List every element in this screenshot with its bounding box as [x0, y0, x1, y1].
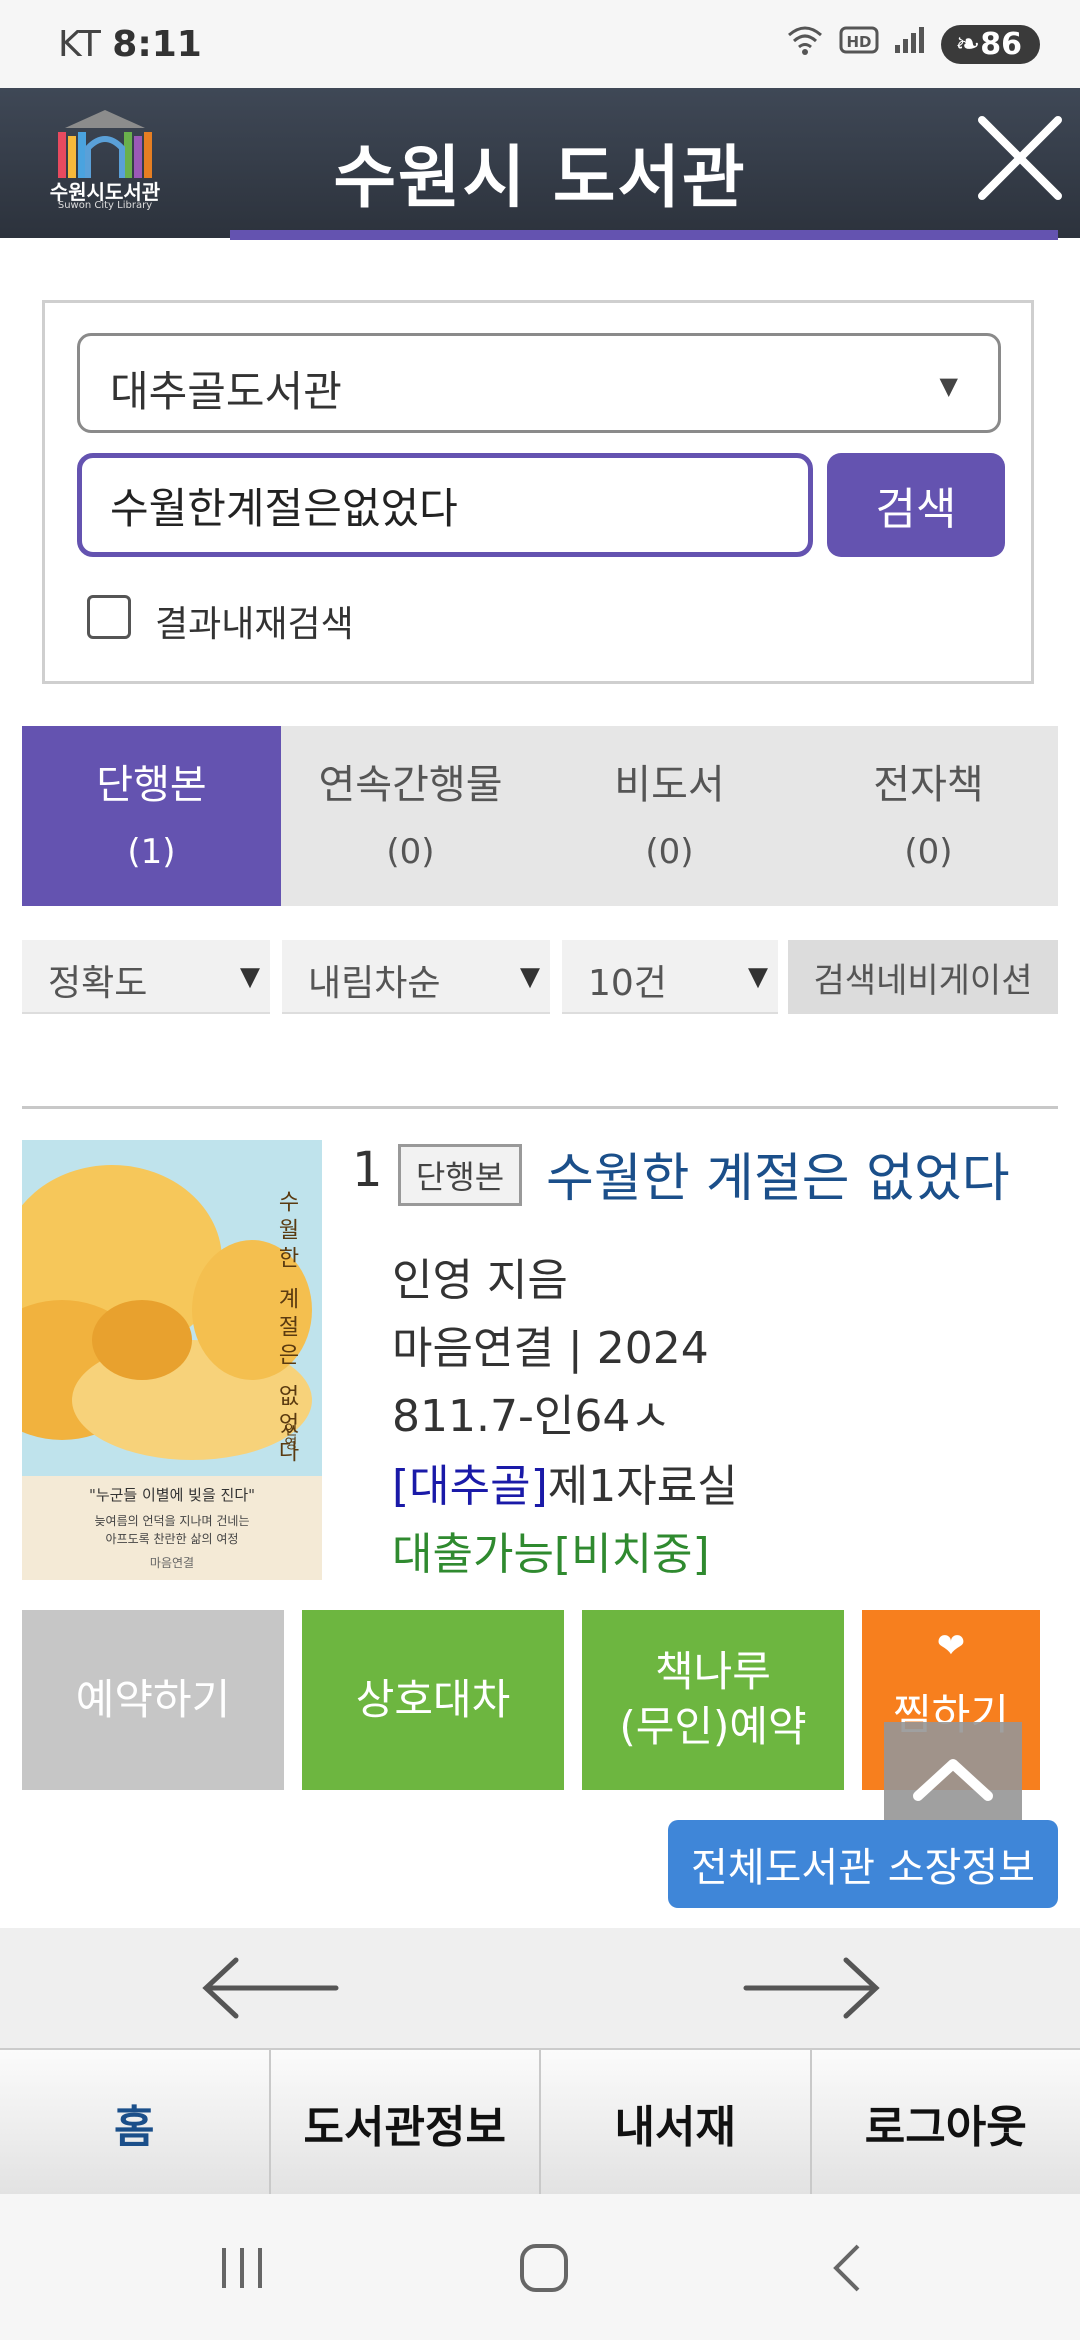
- dropdown-arrow-icon: ▼: [748, 962, 768, 992]
- dropdown-arrow-icon: ▼: [939, 372, 958, 400]
- svg-text:HD: HD: [847, 33, 872, 51]
- page-nav-bar: [0, 1928, 1080, 2048]
- page-title: 수원시 도서관: [333, 139, 747, 218]
- all-libraries-holdings-button[interactable]: 전체도서관 소장정보: [668, 1820, 1058, 1908]
- hd-icon: HD: [839, 25, 879, 63]
- book-publisher-year: 마음연결 | 2024: [392, 1323, 709, 1374]
- tab-label: 전자책: [873, 762, 984, 808]
- tab-serials[interactable]: 연속간행물 (0): [281, 726, 540, 906]
- book-title-link[interactable]: 수월한 계절은 없었다: [546, 1136, 1010, 1211]
- cover-blurb-line1: 늦여름의 언덕을 지나며 건네는: [94, 1514, 250, 1528]
- cover-quote: "누군들 이별에 빚을 진다": [88, 1486, 256, 1504]
- tab-label: 연속간행물: [318, 762, 503, 808]
- booknaru-label-line1: 책나루: [655, 1647, 771, 1697]
- search-input[interactable]: [77, 453, 813, 557]
- status-time: 8:11: [112, 24, 202, 65]
- tab-ebook[interactable]: 전자책 (0): [799, 726, 1058, 906]
- booknaru-reserve-button[interactable]: 책나루 (무인)예약: [582, 1610, 844, 1790]
- tab-monograph[interactable]: 단행본 (1): [22, 726, 281, 906]
- book-cover-image[interactable]: 수월한 계절은 없었다 인영 "누군들 이별에 빚을 진다" 늦여름의 언덕을 …: [22, 1140, 322, 1580]
- tab-non-book[interactable]: 비도서 (0): [540, 726, 799, 906]
- menu-home[interactable]: 홈: [0, 2050, 271, 2196]
- battery-saver-icon: ❧: [955, 26, 981, 62]
- header-accent-bar: [230, 230, 1058, 240]
- sort-select-value: 정확도: [48, 963, 148, 1004]
- app-header: 수원시도서관 Suwon City Library 수원시 도서관: [0, 88, 1080, 238]
- cover-publisher: 마음연결: [149, 1556, 195, 1570]
- carrier-label: KT: [58, 24, 101, 65]
- close-button[interactable]: [972, 110, 1068, 206]
- page-size-select-value: 10건: [588, 963, 667, 1004]
- refine-search-checkbox[interactable]: [87, 595, 131, 639]
- reserve-button[interactable]: 예약하기: [22, 1610, 284, 1790]
- status-icons: HD ❧86: [785, 22, 1040, 66]
- material-type-badge: 단행본: [398, 1144, 522, 1206]
- library-select[interactable]: 대추골도서관 ▼: [77, 333, 1001, 433]
- book-location: [대추골]제1자료실: [392, 1450, 738, 1514]
- location-room: 제1자료실: [547, 1461, 738, 1512]
- tab-label: 비도서: [614, 762, 725, 808]
- interlibrary-loan-button[interactable]: 상호대차: [302, 1610, 564, 1790]
- call-number: 811.7-인64ㅅ: [392, 1391, 671, 1442]
- refine-search-label: 결과내재검색: [155, 604, 354, 645]
- result-number: 1: [352, 1142, 383, 1198]
- page-size-select[interactable]: 10건 ▼: [562, 940, 778, 1014]
- cover-author: 인영: [282, 1422, 298, 1450]
- menu-logout[interactable]: 로그아웃: [811, 2050, 1080, 2196]
- status-bar: KT 8:11 HD ❧86: [0, 0, 1080, 88]
- recent-apps-icon[interactable]: [202, 2238, 282, 2298]
- book-author: 인영 지음: [392, 1255, 568, 1306]
- booknaru-label-line2: (무인)예약: [619, 1702, 807, 1751]
- system-navigation-bar: [0, 2194, 1080, 2340]
- tab-count: (0): [904, 832, 953, 872]
- search-button[interactable]: 검색: [827, 453, 1005, 557]
- forward-arrow-icon[interactable]: [736, 1952, 886, 2024]
- order-select-value: 내림차순: [308, 963, 441, 1004]
- search-navigation-button[interactable]: 검색네비게이션: [788, 940, 1058, 1014]
- availability-status: 대출가능[비치중]: [392, 1529, 710, 1580]
- tab-count: (0): [645, 832, 694, 872]
- battery-level: 86: [980, 26, 1022, 62]
- menu-library-info[interactable]: 도서관정보: [270, 2050, 541, 2196]
- bottom-menu: 홈 도서관정보 내서재 로그아웃: [0, 2048, 1080, 2196]
- signal-icon: [893, 25, 927, 63]
- tab-label: 단행본: [96, 762, 207, 808]
- battery-indicator: ❧86: [941, 24, 1040, 64]
- library-select-value: 대추골도서관: [110, 367, 342, 416]
- tab-count: (1): [127, 832, 176, 872]
- close-icon: [978, 116, 1062, 200]
- menu-my-library[interactable]: 내서재: [541, 2050, 812, 2196]
- material-type-tabs: 단행본 (1) 연속간행물 (0) 비도서 (0) 전자책 (0): [22, 726, 1058, 906]
- cover-blurb-line2: 아프도록 찬란한 삶의 여정: [105, 1532, 239, 1546]
- search-panel: 대추골도서관 ▼ 검색 결과내재검색: [42, 300, 1034, 684]
- divider: [22, 1106, 1058, 1109]
- tab-count: (0): [386, 832, 435, 872]
- location-library: [대추골]: [392, 1461, 548, 1512]
- order-select[interactable]: 내림차순 ▼: [282, 940, 550, 1014]
- back-icon[interactable]: [808, 2238, 888, 2298]
- back-arrow-icon[interactable]: [196, 1952, 346, 2024]
- dropdown-arrow-icon: ▼: [240, 962, 260, 992]
- home-icon[interactable]: [504, 2238, 584, 2298]
- sort-select[interactable]: 정확도 ▼: [22, 940, 270, 1014]
- dropdown-arrow-icon: ▼: [520, 962, 540, 992]
- wifi-5-icon: [785, 23, 825, 65]
- status-carrier: KT 8:11: [58, 24, 202, 65]
- heart-icon: ❤: [936, 1626, 966, 1666]
